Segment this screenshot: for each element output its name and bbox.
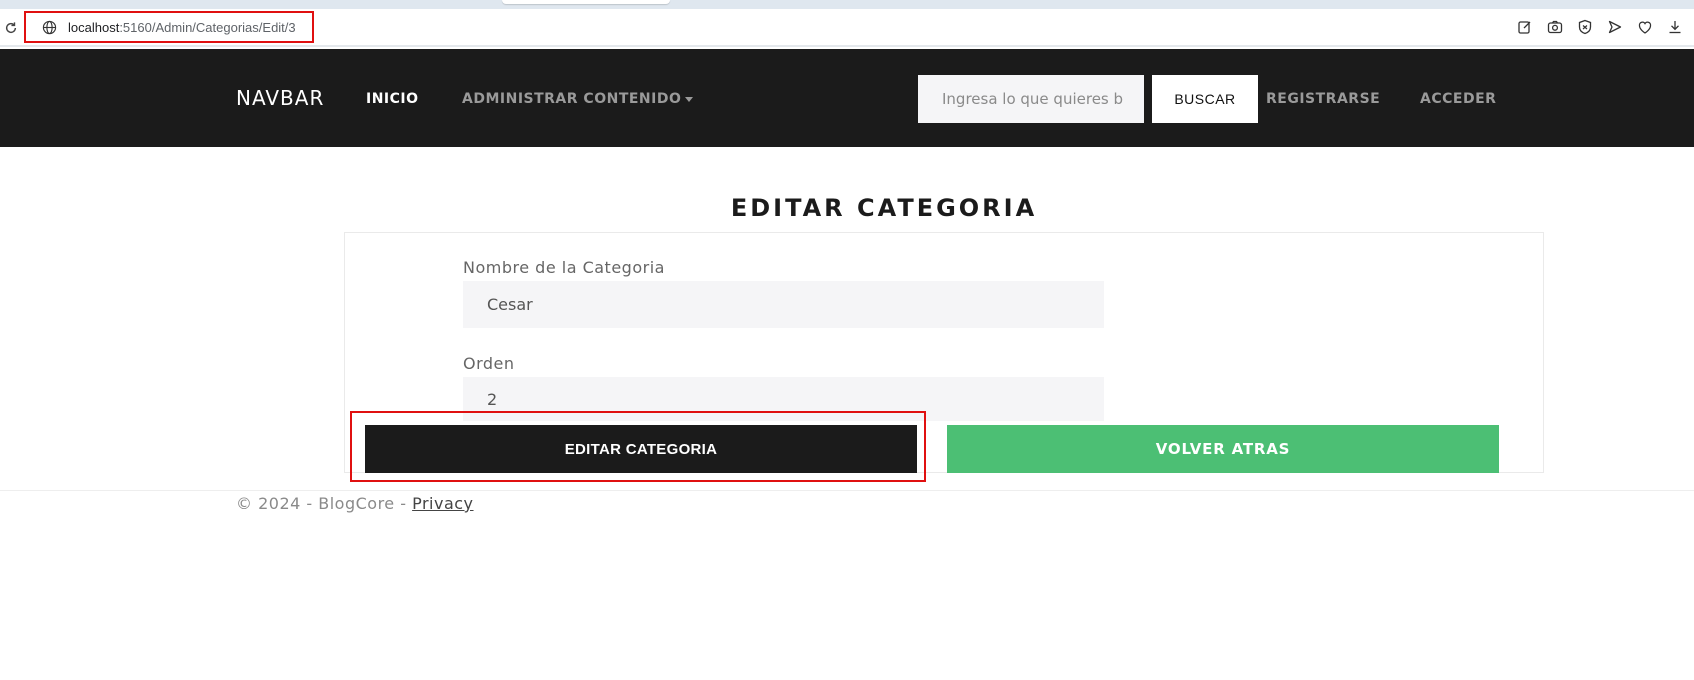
footer-divider xyxy=(0,490,1694,491)
heart-icon[interactable] xyxy=(1636,18,1654,36)
site-navbar: NAVBAR INICIO ADMINISTRAR CONTENIDO BUSC… xyxy=(0,49,1694,147)
reload-icon[interactable] xyxy=(2,19,20,37)
shield-icon[interactable] xyxy=(1576,18,1594,36)
nav-dropdown-label: ADMINISTRAR CONTENIDO xyxy=(462,91,682,107)
footer-copyright: © 2024 - BlogCore - xyxy=(236,494,413,513)
url-field[interactable]: localhost:5160/Admin/Categorias/Edit/3 xyxy=(24,11,314,43)
volver-atras-button[interactable]: VOLVER ATRAS xyxy=(947,425,1499,473)
nombre-field[interactable] xyxy=(463,281,1104,328)
nombre-label: Nombre de la Categoria xyxy=(463,258,665,277)
edit-icon[interactable] xyxy=(1516,18,1534,36)
orden-label: Orden xyxy=(463,354,515,373)
nav-link-inicio[interactable]: INICIO xyxy=(366,91,419,107)
browser-tab-strip xyxy=(0,0,1694,9)
navbar-brand[interactable]: NAVBAR xyxy=(236,86,324,110)
url-host: localhost xyxy=(68,19,120,35)
editar-categoria-button[interactable]: EDITAR CATEGORIA xyxy=(365,425,917,473)
caret-down-icon xyxy=(685,96,694,102)
active-browser-tab[interactable] xyxy=(502,0,670,4)
page-title: EDITAR CATEGORIA xyxy=(730,194,1038,222)
globe-icon xyxy=(42,19,58,35)
browser-address-bar: localhost:5160/Admin/Categorias/Edit/3 xyxy=(0,9,1694,47)
send-icon[interactable] xyxy=(1606,18,1624,36)
privacy-link[interactable]: Privacy xyxy=(412,494,473,513)
search-button[interactable]: BUSCAR xyxy=(1152,75,1258,123)
browser-toolbar-icons xyxy=(1516,18,1684,36)
search-input[interactable] xyxy=(918,75,1144,123)
download-icon[interactable] xyxy=(1666,18,1684,36)
nav-link-acceder[interactable]: ACCEDER xyxy=(1420,91,1496,107)
camera-icon[interactable] xyxy=(1546,18,1564,36)
nav-link-registrarse[interactable]: REGISTRARSE xyxy=(1266,91,1380,107)
nav-dropdown-administrar[interactable]: ADMINISTRAR CONTENIDO xyxy=(462,91,694,107)
footer: © 2024 - BlogCore - Privacy xyxy=(236,494,474,513)
url-path: :5160/Admin/Categorias/Edit/3 xyxy=(119,19,296,35)
